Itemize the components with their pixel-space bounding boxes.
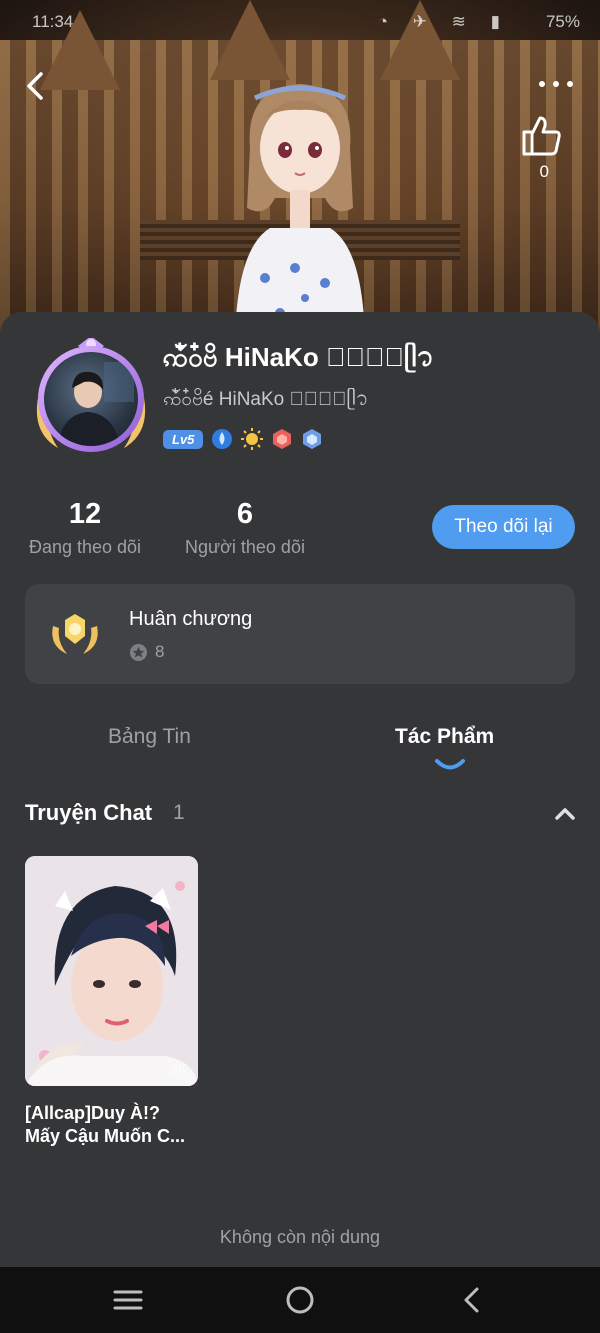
medals-count: 8	[155, 642, 165, 661]
following-count: 12	[68, 498, 102, 530]
following-label: Đang theo dõi	[28, 537, 142, 557]
end-of-content-text: Không còn nội dung	[219, 1227, 381, 1247]
tab-works[interactable]: Tác Phẩm	[395, 725, 494, 749]
story-title-line: Mấy Cậu Muốn C...	[25, 1126, 186, 1146]
status-bar: 11:34 ◔ ✈ ≋ ▮ 75%	[32, 12, 580, 36]
sun-badge-icon[interactable]	[241, 428, 264, 450]
shield-badge-icon[interactable]	[271, 428, 293, 450]
star-icon	[129, 643, 148, 661]
status-battery: 75%	[545, 12, 580, 31]
medal-icon	[52, 614, 98, 654]
back-nav-icon[interactable]	[456, 1285, 488, 1315]
chevron-up-icon[interactable]	[553, 804, 577, 822]
profile-cover: 11:34 ◔ ✈ ≋ ▮ 75% 0	[0, 0, 600, 340]
character-illustration	[235, 84, 365, 340]
tab-active-indicator	[435, 759, 465, 770]
section-title: Truyện Chat	[25, 800, 153, 825]
followers-label: Người theo dõi	[185, 537, 305, 557]
tab-feed[interactable]: Bảng Tin	[108, 725, 191, 749]
level-badge[interactable]: Lv5	[163, 429, 204, 449]
more-options-icon[interactable]	[536, 74, 576, 94]
back-icon[interactable]	[18, 68, 54, 104]
medals-count-row: 8	[129, 642, 164, 662]
followers-stat[interactable]: 6 Người theo dõi	[180, 498, 310, 558]
following-stat[interactable]: 12 Đang theo dõi	[25, 498, 145, 558]
medals-title: Huân chương	[129, 608, 253, 630]
medals-card[interactable]: Huân chương 8	[25, 584, 575, 684]
profile-name: ꩡၴ໋ဝ໋ဗိ HiNaKo ၦ᪳ၺ᪲ᥫ᭡	[163, 342, 434, 372]
story-views: 9K	[169, 1061, 188, 1078]
story-cover-image	[25, 856, 198, 1086]
avatar-photo	[44, 352, 138, 446]
gem-badge-icon[interactable]	[301, 428, 323, 450]
like-icon[interactable]	[518, 112, 564, 158]
menu-icon[interactable]	[112, 1285, 144, 1315]
status-icons: ◔ ✈ ≋ ▮	[377, 12, 510, 31]
followers-count: 6	[236, 498, 254, 530]
avatar[interactable]	[30, 338, 152, 460]
story-title[interactable]: [Allcap]Duy À!? Mấy Cậu Muốn C...	[25, 1102, 205, 1148]
story-title-line: [Allcap]Duy À!?	[25, 1103, 160, 1123]
story-card[interactable]: 9K	[25, 856, 198, 1086]
person-icon	[58, 362, 134, 446]
like-count: 0	[539, 162, 549, 181]
home-icon[interactable]	[284, 1285, 316, 1315]
status-time: 11:34	[32, 12, 74, 31]
follow-back-button[interactable]: Theo dõi lại	[432, 505, 575, 549]
system-nav-bar	[0, 1267, 600, 1333]
profile-subname: ꩡၴ໋ဝ໋ဗိé HiNaKo ၦ᪳ၺ᪲ᥫ᭡	[163, 389, 369, 410]
badge-row: Lv5	[163, 428, 323, 450]
section-count: 1	[173, 801, 185, 824]
droplet-badge-icon[interactable]	[211, 428, 233, 450]
